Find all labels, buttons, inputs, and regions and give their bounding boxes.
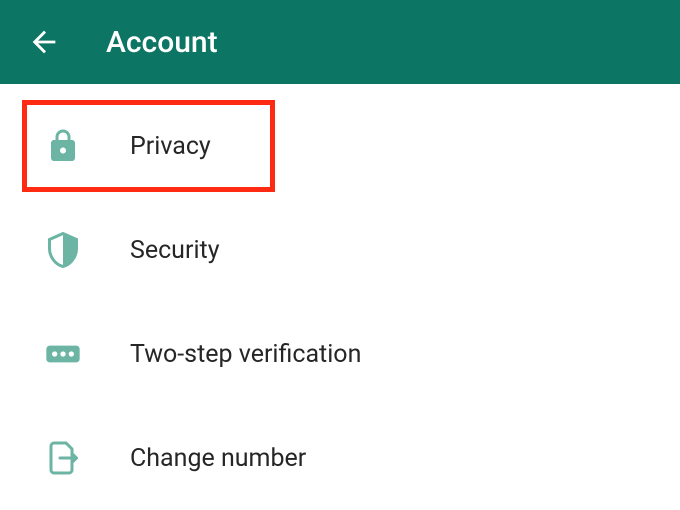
menu-item-security[interactable]: Security [0, 198, 680, 302]
shield-icon [42, 229, 84, 271]
lock-icon [42, 125, 84, 167]
menu-item-change-number[interactable]: Change number [0, 406, 680, 510]
menu-label: Two-step verification [130, 340, 361, 369]
menu-label: Security [130, 236, 220, 265]
header-bar: Account [0, 0, 680, 84]
menu-label: Change number [130, 444, 306, 473]
pin-icon [42, 333, 84, 375]
menu-item-privacy[interactable]: Privacy [0, 94, 680, 198]
back-arrow-icon [27, 25, 61, 59]
menu-label: Privacy [130, 132, 211, 161]
sim-swap-icon [42, 437, 84, 479]
back-button[interactable] [24, 22, 64, 62]
page-title: Account [106, 25, 218, 60]
menu-item-two-step[interactable]: Two-step verification [0, 302, 680, 406]
account-menu: Privacy Security Two-step verification [0, 84, 680, 510]
